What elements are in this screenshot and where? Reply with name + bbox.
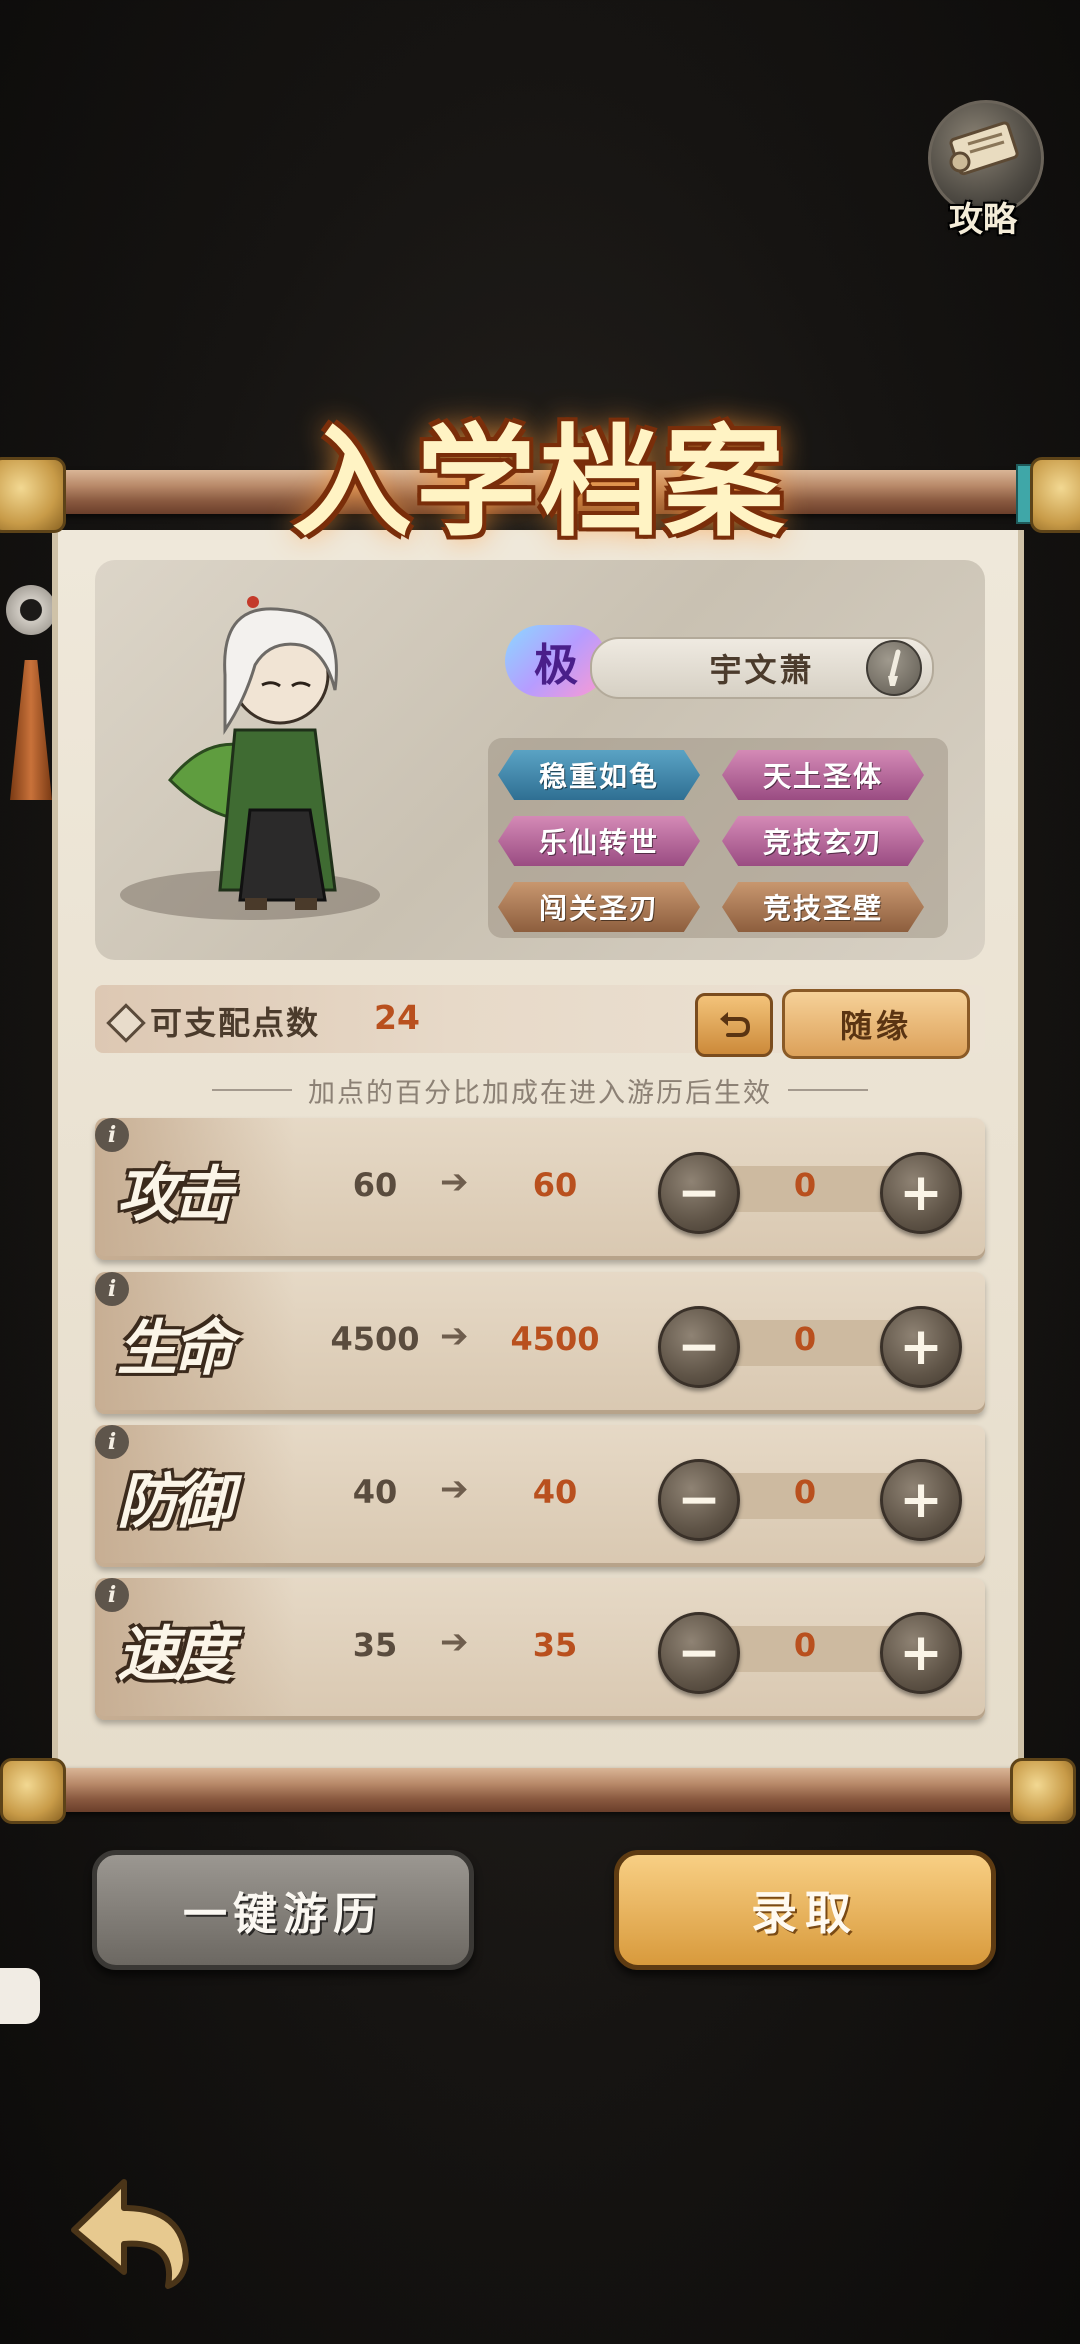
scroll-bottom-rod — [20, 1768, 1060, 1812]
guide-button[interactable]: 攻略 — [918, 100, 1048, 240]
tassel-ring-icon — [6, 585, 56, 635]
rod-cap-left — [0, 1758, 66, 1824]
decrease-speed-button[interactable]: − — [658, 1612, 740, 1694]
decrease-defense-button[interactable]: − — [658, 1459, 740, 1541]
stat-row-defense: i 防御 40 ➔ 40 0 − + — [95, 1425, 985, 1567]
decrease-health-button[interactable]: − — [658, 1306, 740, 1388]
page-title: 入学档案 — [292, 412, 788, 553]
arrow-right-icon: ➔ — [440, 1162, 469, 1202]
character-portrait — [167, 596, 338, 910]
traits-area: 稳重如龟 天土圣体 乐仙转世 竞技玄刃 闯关圣刃 竞技圣壁 — [488, 738, 948, 938]
arrow-right-icon: ➔ — [440, 1316, 469, 1356]
scroll-icon — [949, 121, 1019, 176]
guide-label: 攻略 — [949, 200, 1017, 240]
trait-tag: 乐仙转世 — [498, 816, 700, 866]
stat-base-value: 40 — [352, 1473, 398, 1511]
stat-final-value: 60 — [532, 1166, 578, 1204]
reset-button[interactable] — [695, 993, 773, 1057]
stat-name: 攻击 — [117, 1160, 233, 1230]
trait-tag: 闯关圣刃 — [498, 882, 700, 932]
arrow-right-icon: ➔ — [440, 1622, 469, 1662]
tassel-decoration — [10, 660, 52, 800]
increase-health-button[interactable]: + — [880, 1306, 962, 1388]
decrease-attack-button[interactable]: − — [658, 1152, 740, 1234]
hint-divider — [212, 1089, 292, 1091]
back-arrow-icon[interactable] — [64, 2170, 196, 2292]
random-allocate-button[interactable]: 随缘 — [782, 989, 970, 1059]
points-value: 24 — [374, 998, 420, 1037]
trait-tag: 稳重如龟 — [498, 750, 700, 800]
stat-name: 防御 — [117, 1467, 233, 1537]
chat-icon[interactable] — [0, 1968, 40, 2024]
stat-name: 速度 — [117, 1620, 233, 1690]
stat-row-attack: i 攻击 60 ➔ 60 0 − + — [95, 1118, 985, 1260]
stat-base-value: 4500 — [330, 1320, 420, 1358]
trait-tag: 天土圣体 — [722, 750, 924, 800]
hint-row: 加点的百分比加成在进入游历后生效 — [150, 1070, 930, 1110]
stat-name: 生命 — [117, 1314, 233, 1384]
stat-final-value: 40 — [532, 1473, 578, 1511]
arrow-right-icon: ➔ — [440, 1469, 469, 1509]
trait-tag: 竞技玄刃 — [722, 816, 924, 866]
hint-text: 加点的百分比加成在进入游历后生效 — [308, 1077, 772, 1109]
points-label: 可支配点数 — [150, 1004, 321, 1042]
increase-attack-button[interactable]: + — [880, 1152, 962, 1234]
rod-cap-left — [0, 457, 66, 533]
brush-icon — [888, 649, 901, 686]
rod-cap-right — [1030, 457, 1080, 533]
stat-base-value: 35 — [352, 1626, 398, 1664]
undo-icon — [720, 1012, 751, 1037]
admit-button[interactable]: 录取 — [614, 1850, 996, 1970]
stat-final-value: 35 — [532, 1626, 578, 1664]
rename-button[interactable] — [866, 640, 922, 696]
title-plate: 入学档案 — [250, 385, 830, 553]
hint-divider — [788, 1089, 868, 1091]
rod-cap-right — [1010, 1758, 1076, 1824]
increase-defense-button[interactable]: + — [880, 1459, 962, 1541]
stat-final-value: 4500 — [510, 1320, 600, 1358]
stat-row-speed: i 速度 35 ➔ 35 0 − + — [95, 1578, 985, 1720]
trait-tag: 竞技圣壁 — [722, 882, 924, 932]
increase-speed-button[interactable]: + — [880, 1612, 962, 1694]
auto-travel-button[interactable]: 一键游历 — [92, 1850, 474, 1970]
stat-row-health: i 生命 4500 ➔ 4500 0 − + — [95, 1272, 985, 1414]
stat-base-value: 60 — [352, 1166, 398, 1204]
